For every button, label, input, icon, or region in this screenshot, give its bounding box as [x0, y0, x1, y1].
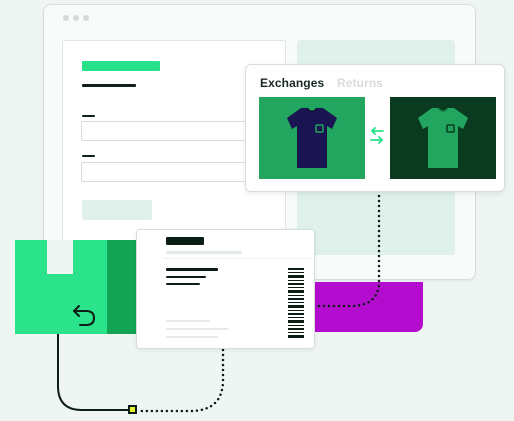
field-label-bar	[82, 115, 95, 117]
label-address-line	[166, 276, 206, 278]
solid-connector-package	[57, 334, 128, 411]
window-dot	[73, 15, 79, 21]
dotted-connector-receipt	[135, 348, 225, 413]
window-dot	[83, 15, 89, 21]
label-footnote-line	[166, 320, 210, 322]
barcode-icon	[288, 268, 304, 338]
tab-returns[interactable]: Returns	[337, 76, 383, 90]
field-label-bar	[82, 155, 95, 157]
form-field[interactable]	[81, 162, 251, 182]
connector-node	[128, 405, 137, 414]
label-address-line	[166, 268, 218, 271]
swap-arrows-icon	[370, 127, 384, 144]
tshirt-icon	[287, 107, 337, 168]
label-footnote-line	[166, 336, 218, 338]
package-tape-notch	[47, 240, 73, 274]
form-heading-bar	[82, 61, 160, 71]
tab-exchanges[interactable]: Exchanges	[260, 76, 324, 90]
form-submit-button[interactable]	[82, 200, 152, 220]
form-subheading-bar	[82, 84, 136, 87]
exchange-item-tile[interactable]	[390, 97, 496, 179]
label-address-line	[166, 283, 200, 285]
tshirt-icon	[418, 107, 468, 168]
label-footnote-line	[166, 328, 228, 330]
label-line	[166, 251, 242, 254]
form-field[interactable]	[81, 121, 251, 141]
original-item-tile[interactable]	[259, 97, 365, 179]
window-dot	[63, 15, 69, 21]
purple-accent-block	[310, 282, 423, 332]
label-divider	[163, 258, 313, 259]
label-logo-bar	[166, 237, 204, 245]
return-arrow-icon	[73, 305, 96, 326]
